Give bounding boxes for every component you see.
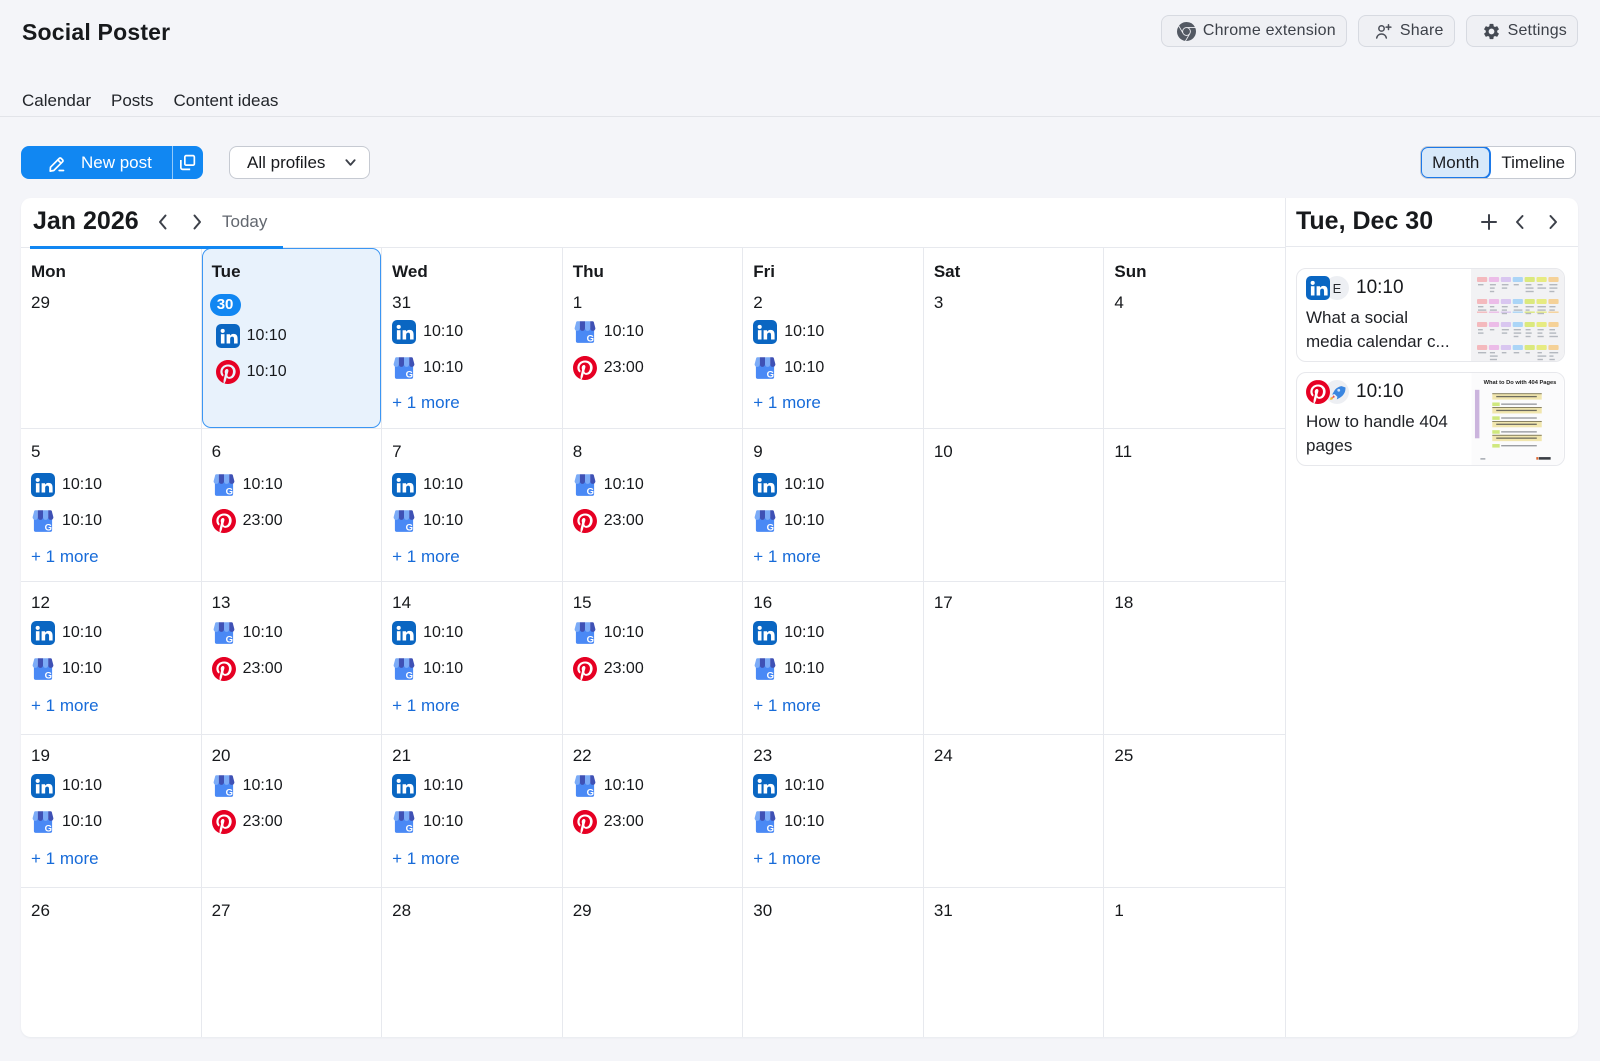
- svg-text:What to Do with 404 Pages: What to Do with 404 Pages: [1484, 380, 1557, 386]
